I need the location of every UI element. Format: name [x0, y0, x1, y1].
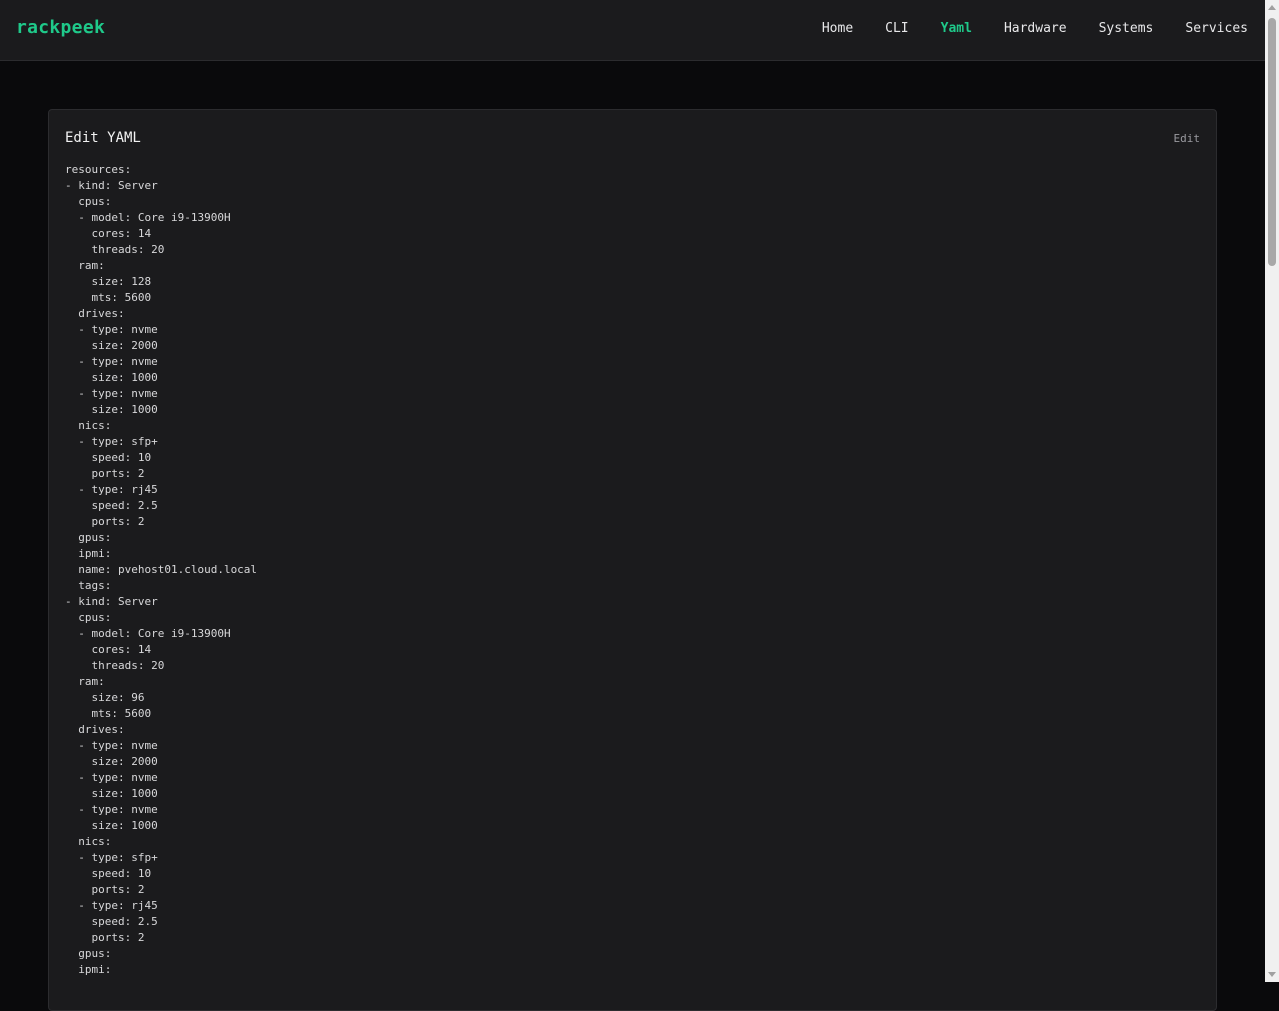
scroll-down-arrow-icon[interactable] — [1268, 972, 1276, 977]
nav-home[interactable]: Home — [822, 21, 853, 36]
yaml-card: Edit YAML Edit resources: - kind: Server… — [48, 109, 1217, 1011]
edit-button[interactable]: Edit — [1174, 132, 1201, 145]
yaml-content: resources: - kind: Server cpus: - model:… — [65, 163, 258, 976]
card-title: Edit YAML — [65, 130, 141, 146]
top-navbar: rackpeek Home CLI Yaml Hardware Systems … — [0, 0, 1265, 61]
scroll-up-arrow-icon[interactable] — [1268, 5, 1276, 10]
nav-hardware[interactable]: Hardware — [1004, 21, 1067, 36]
scrollbar-thumb[interactable] — [1268, 18, 1276, 266]
nav-yaml[interactable]: Yaml — [941, 21, 972, 36]
page-scrollbar[interactable] — [1265, 0, 1279, 982]
main-nav: Home CLI Yaml Hardware Systems Services — [822, 21, 1248, 36]
nav-cli[interactable]: CLI — [885, 21, 908, 36]
nav-systems[interactable]: Systems — [1099, 21, 1154, 36]
nav-services[interactable]: Services — [1185, 21, 1248, 36]
brand-logo[interactable]: rackpeek — [16, 17, 105, 38]
